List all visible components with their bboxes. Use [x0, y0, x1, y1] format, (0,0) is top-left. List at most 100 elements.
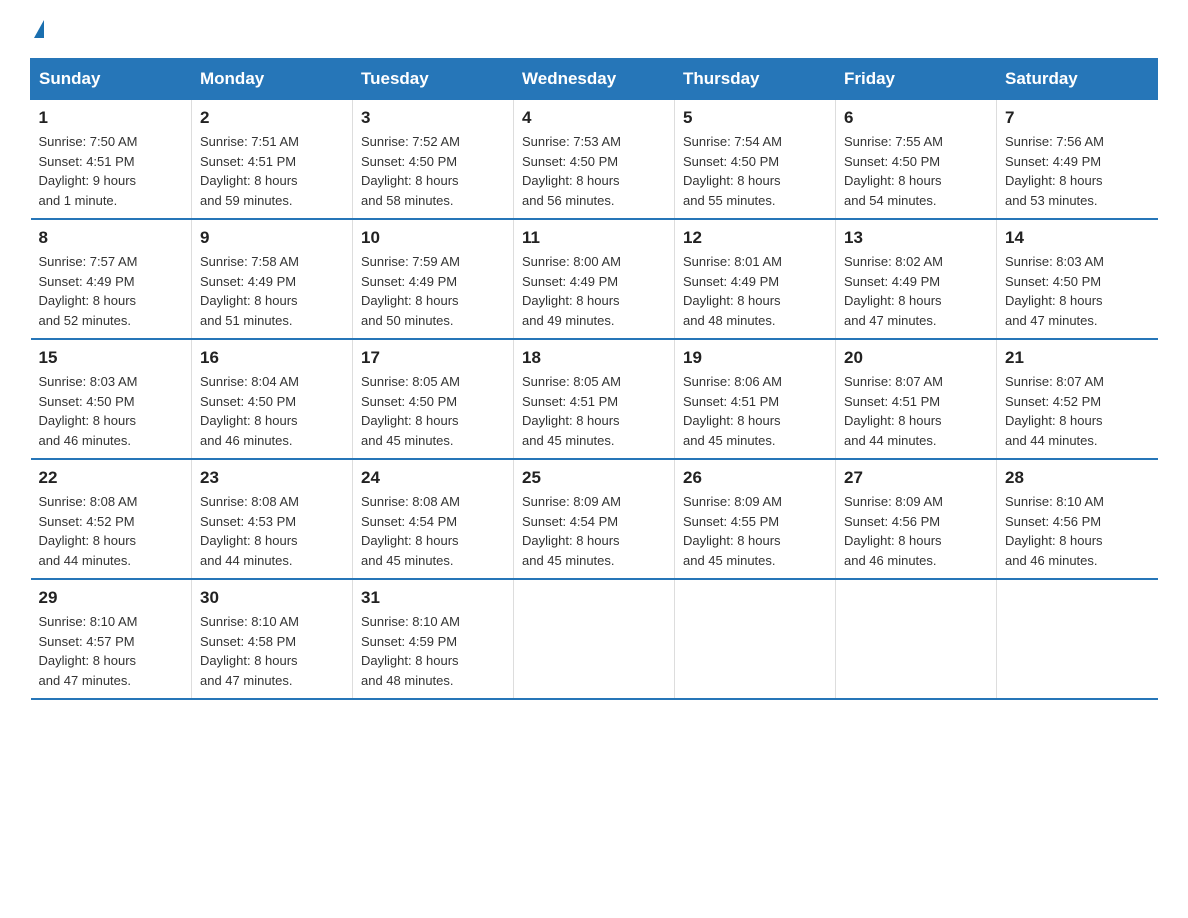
calendar-day-cell: 26 Sunrise: 8:09 AM Sunset: 4:55 PM Dayli…	[675, 459, 836, 579]
calendar-day-cell: 20 Sunrise: 8:07 AM Sunset: 4:51 PM Dayli…	[836, 339, 997, 459]
day-info: Sunrise: 8:00 AM Sunset: 4:49 PM Dayligh…	[522, 252, 666, 330]
calendar-day-cell: 23 Sunrise: 8:08 AM Sunset: 4:53 PM Dayli…	[192, 459, 353, 579]
day-info: Sunrise: 7:53 AM Sunset: 4:50 PM Dayligh…	[522, 132, 666, 210]
day-info: Sunrise: 8:02 AM Sunset: 4:49 PM Dayligh…	[844, 252, 988, 330]
calendar-day-cell: 8 Sunrise: 7:57 AM Sunset: 4:49 PM Daylig…	[31, 219, 192, 339]
day-number: 22	[39, 468, 184, 488]
day-of-week-header: Saturday	[997, 59, 1158, 100]
day-number: 6	[844, 108, 988, 128]
day-number: 4	[522, 108, 666, 128]
calendar-week-row: 22 Sunrise: 8:08 AM Sunset: 4:52 PM Dayli…	[31, 459, 1158, 579]
day-number: 16	[200, 348, 344, 368]
day-number: 13	[844, 228, 988, 248]
calendar-day-cell: 6Sunrise: 7:55 AM Sunset: 4:50 PM Daylig…	[836, 100, 997, 220]
calendar-day-cell: 28 Sunrise: 8:10 AM Sunset: 4:56 PM Dayli…	[997, 459, 1158, 579]
day-info: Sunrise: 8:09 AM Sunset: 4:55 PM Dayligh…	[683, 492, 827, 570]
day-info: Sunrise: 8:01 AM Sunset: 4:49 PM Dayligh…	[683, 252, 827, 330]
day-number: 26	[683, 468, 827, 488]
day-info: Sunrise: 8:07 AM Sunset: 4:52 PM Dayligh…	[1005, 372, 1150, 450]
day-info: Sunrise: 8:08 AM Sunset: 4:52 PM Dayligh…	[39, 492, 184, 570]
day-number: 1	[39, 108, 184, 128]
day-info: Sunrise: 8:09 AM Sunset: 4:56 PM Dayligh…	[844, 492, 988, 570]
day-of-week-header: Thursday	[675, 59, 836, 100]
calendar-day-cell: 31Sunrise: 8:10 AM Sunset: 4:59 PM Dayli…	[353, 579, 514, 699]
calendar-day-cell: 19 Sunrise: 8:06 AM Sunset: 4:51 PM Dayli…	[675, 339, 836, 459]
day-info: Sunrise: 7:54 AM Sunset: 4:50 PM Dayligh…	[683, 132, 827, 210]
day-info: Sunrise: 8:10 AM Sunset: 4:56 PM Dayligh…	[1005, 492, 1150, 570]
day-number: 10	[361, 228, 505, 248]
day-number: 20	[844, 348, 988, 368]
day-number: 8	[39, 228, 184, 248]
calendar-day-cell: 4 Sunrise: 7:53 AM Sunset: 4:50 PM Daylig…	[514, 100, 675, 220]
day-number: 14	[1005, 228, 1150, 248]
day-info: Sunrise: 8:08 AM Sunset: 4:53 PM Dayligh…	[200, 492, 344, 570]
day-number: 19	[683, 348, 827, 368]
calendar-day-cell: 10 Sunrise: 7:59 AM Sunset: 4:49 PM Dayli…	[353, 219, 514, 339]
day-number: 18	[522, 348, 666, 368]
calendar-day-cell: 1 Sunrise: 7:50 AM Sunset: 4:51 PM Daylig…	[31, 100, 192, 220]
calendar-day-cell	[997, 579, 1158, 699]
day-info: Sunrise: 8:05 AM Sunset: 4:51 PM Dayligh…	[522, 372, 666, 450]
day-number: 3	[361, 108, 505, 128]
calendar-day-cell: 7Sunrise: 7:56 AM Sunset: 4:49 PM Daylig…	[997, 100, 1158, 220]
header-row: SundayMondayTuesdayWednesdayThursdayFrid…	[31, 59, 1158, 100]
calendar-day-cell: 13 Sunrise: 8:02 AM Sunset: 4:49 PM Dayli…	[836, 219, 997, 339]
day-number: 21	[1005, 348, 1150, 368]
calendar-header: SundayMondayTuesdayWednesdayThursdayFrid…	[31, 59, 1158, 100]
day-info: Sunrise: 7:50 AM Sunset: 4:51 PM Dayligh…	[39, 132, 184, 210]
day-info: Sunrise: 8:09 AM Sunset: 4:54 PM Dayligh…	[522, 492, 666, 570]
calendar-day-cell: 18 Sunrise: 8:05 AM Sunset: 4:51 PM Dayli…	[514, 339, 675, 459]
calendar-day-cell: 27 Sunrise: 8:09 AM Sunset: 4:56 PM Dayli…	[836, 459, 997, 579]
day-number: 29	[39, 588, 184, 608]
day-of-week-header: Monday	[192, 59, 353, 100]
day-number: 11	[522, 228, 666, 248]
calendar-week-row: 15 Sunrise: 8:03 AM Sunset: 4:50 PM Dayli…	[31, 339, 1158, 459]
day-number: 30	[200, 588, 344, 608]
calendar-day-cell: 11 Sunrise: 8:00 AM Sunset: 4:49 PM Dayli…	[514, 219, 675, 339]
day-info: Sunrise: 8:06 AM Sunset: 4:51 PM Dayligh…	[683, 372, 827, 450]
day-info: Sunrise: 7:58 AM Sunset: 4:49 PM Dayligh…	[200, 252, 344, 330]
day-number: 15	[39, 348, 184, 368]
day-number: 24	[361, 468, 505, 488]
day-info: Sunrise: 8:10 AM Sunset: 4:57 PM Dayligh…	[39, 612, 184, 690]
calendar-week-row: 29 Sunrise: 8:10 AM Sunset: 4:57 PM Dayli…	[31, 579, 1158, 699]
day-info: Sunrise: 8:07 AM Sunset: 4:51 PM Dayligh…	[844, 372, 988, 450]
calendar-day-cell: 16 Sunrise: 8:04 AM Sunset: 4:50 PM Dayli…	[192, 339, 353, 459]
day-number: 2	[200, 108, 344, 128]
calendar-week-row: 1 Sunrise: 7:50 AM Sunset: 4:51 PM Daylig…	[31, 100, 1158, 220]
day-info: Sunrise: 7:52 AM Sunset: 4:50 PM Dayligh…	[361, 132, 505, 210]
day-of-week-header: Friday	[836, 59, 997, 100]
day-number: 17	[361, 348, 505, 368]
day-info: Sunrise: 7:57 AM Sunset: 4:49 PM Dayligh…	[39, 252, 184, 330]
calendar-day-cell: 2Sunrise: 7:51 AM Sunset: 4:51 PM Daylig…	[192, 100, 353, 220]
day-number: 23	[200, 468, 344, 488]
day-of-week-header: Sunday	[31, 59, 192, 100]
calendar-day-cell: 3 Sunrise: 7:52 AM Sunset: 4:50 PM Daylig…	[353, 100, 514, 220]
calendar-day-cell: 12Sunrise: 8:01 AM Sunset: 4:49 PM Dayli…	[675, 219, 836, 339]
logo	[30, 20, 44, 38]
day-number: 27	[844, 468, 988, 488]
day-info: Sunrise: 8:04 AM Sunset: 4:50 PM Dayligh…	[200, 372, 344, 450]
day-info: Sunrise: 7:59 AM Sunset: 4:49 PM Dayligh…	[361, 252, 505, 330]
calendar-day-cell: 14 Sunrise: 8:03 AM Sunset: 4:50 PM Dayli…	[997, 219, 1158, 339]
calendar-day-cell: 25Sunrise: 8:09 AM Sunset: 4:54 PM Dayli…	[514, 459, 675, 579]
day-info: Sunrise: 8:10 AM Sunset: 4:59 PM Dayligh…	[361, 612, 505, 690]
day-info: Sunrise: 7:56 AM Sunset: 4:49 PM Dayligh…	[1005, 132, 1150, 210]
calendar-day-cell: 22 Sunrise: 8:08 AM Sunset: 4:52 PM Dayli…	[31, 459, 192, 579]
day-number: 9	[200, 228, 344, 248]
calendar-day-cell	[514, 579, 675, 699]
calendar-day-cell	[836, 579, 997, 699]
calendar-day-cell	[675, 579, 836, 699]
calendar-day-cell: 5Sunrise: 7:54 AM Sunset: 4:50 PM Daylig…	[675, 100, 836, 220]
calendar-body: 1 Sunrise: 7:50 AM Sunset: 4:51 PM Daylig…	[31, 100, 1158, 700]
day-info: Sunrise: 8:05 AM Sunset: 4:50 PM Dayligh…	[361, 372, 505, 450]
page-header	[30, 20, 1158, 38]
day-info: Sunrise: 8:10 AM Sunset: 4:58 PM Dayligh…	[200, 612, 344, 690]
calendar-day-cell: 15 Sunrise: 8:03 AM Sunset: 4:50 PM Dayli…	[31, 339, 192, 459]
day-of-week-header: Tuesday	[353, 59, 514, 100]
day-info: Sunrise: 8:03 AM Sunset: 4:50 PM Dayligh…	[39, 372, 184, 450]
calendar-day-cell: 24Sunrise: 8:08 AM Sunset: 4:54 PM Dayli…	[353, 459, 514, 579]
day-number: 28	[1005, 468, 1150, 488]
day-info: Sunrise: 8:03 AM Sunset: 4:50 PM Dayligh…	[1005, 252, 1150, 330]
calendar-day-cell: 30 Sunrise: 8:10 AM Sunset: 4:58 PM Dayli…	[192, 579, 353, 699]
